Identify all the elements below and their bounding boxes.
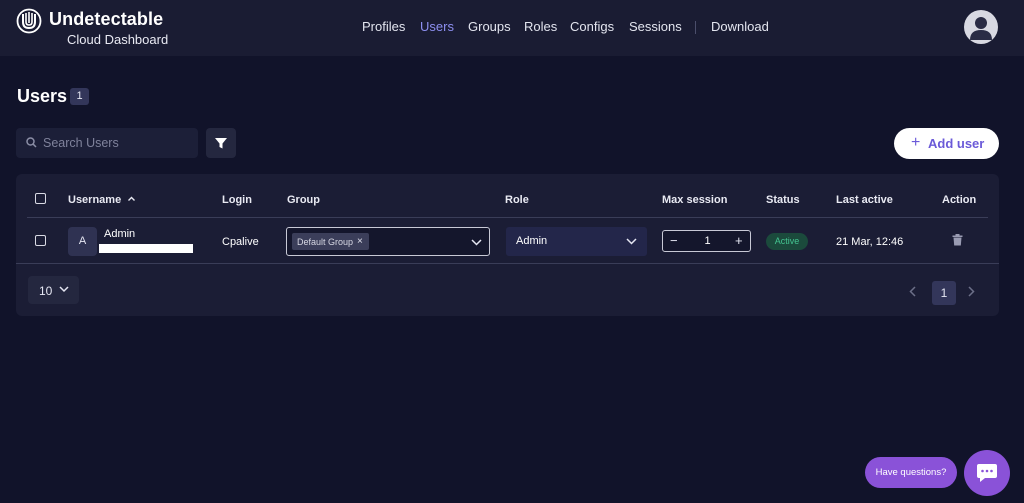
nav-item-users[interactable]: Users (420, 19, 454, 34)
column-header-username[interactable]: Username (68, 194, 136, 206)
plus-icon: + (911, 134, 921, 151)
search-box[interactable] (16, 128, 198, 158)
column-header-action: Action (942, 194, 977, 206)
filter-icon (215, 138, 227, 149)
group-chip: Default Group × (292, 233, 369, 250)
row-divider (16, 263, 999, 264)
header-divider (27, 217, 988, 218)
user-icon (970, 17, 992, 40)
column-header-max-session: Max session (662, 194, 728, 206)
close-icon[interactable]: × (357, 236, 363, 247)
row-login: Cpalive (222, 236, 259, 248)
row-last-active: 21 Mar, 12:46 (836, 236, 904, 248)
chevron-down-icon (471, 239, 482, 246)
column-header-last-active: Last active (836, 194, 893, 206)
chat-button[interactable] (964, 450, 1010, 496)
row-checkbox[interactable] (35, 235, 46, 246)
chevron-down-icon (626, 238, 637, 245)
avatar: A (68, 227, 97, 256)
page-button-current[interactable]: 1 (932, 281, 956, 305)
add-user-label: Add user (928, 136, 985, 151)
nav-item-groups[interactable]: Groups (468, 19, 511, 34)
column-header-login: Login (222, 194, 252, 206)
group-chip-label: Default Group (297, 236, 354, 247)
max-session-stepper: − 1 + (662, 230, 751, 252)
nav-item-sessions[interactable]: Sessions (629, 19, 682, 34)
filter-button[interactable] (206, 128, 236, 158)
group-select[interactable]: Default Group × (286, 227, 490, 256)
role-select[interactable]: Admin (506, 227, 647, 256)
have-questions-button[interactable]: Have questions? (865, 457, 957, 488)
chevron-left-icon[interactable] (909, 286, 916, 297)
top-bar: Undetectable Cloud Dashboard Profiles Us… (0, 0, 1024, 56)
role-select-value: Admin (516, 235, 548, 247)
nav-item-download[interactable]: Download (711, 19, 769, 34)
page-title: Users (17, 86, 68, 106)
select-all-checkbox[interactable] (35, 193, 46, 204)
search-input[interactable] (43, 128, 193, 158)
users-count-badge: 1 (70, 88, 89, 105)
column-header-username-label: Username (68, 194, 122, 206)
sort-ascending-icon (128, 196, 136, 201)
add-user-button[interactable]: + Add user (894, 128, 999, 159)
nav-item-configs[interactable]: Configs (570, 19, 614, 34)
chat-icon (977, 464, 997, 482)
redacted-email (99, 244, 193, 253)
rows-per-page-value: 10 (39, 284, 53, 298)
nav-item-roles[interactable]: Roles (524, 19, 557, 34)
column-header-role: Role (505, 194, 529, 206)
main-nav: Profiles Users Groups Roles Configs Sess… (0, 19, 1024, 37)
increment-button[interactable]: + (735, 233, 743, 248)
row-username: Admin (104, 228, 136, 240)
nav-item-profiles[interactable]: Profiles (362, 19, 405, 34)
chevron-down-icon (59, 286, 69, 293)
column-header-status: Status (766, 194, 800, 206)
rows-per-page-select[interactable]: 10 (28, 276, 79, 304)
column-header-group: Group (287, 194, 320, 206)
status-badge: Active (766, 233, 808, 250)
search-icon (26, 137, 37, 148)
trash-icon[interactable] (952, 234, 963, 246)
nav-divider (695, 21, 696, 34)
chevron-right-icon[interactable] (968, 286, 975, 297)
account-avatar[interactable] (964, 10, 998, 44)
